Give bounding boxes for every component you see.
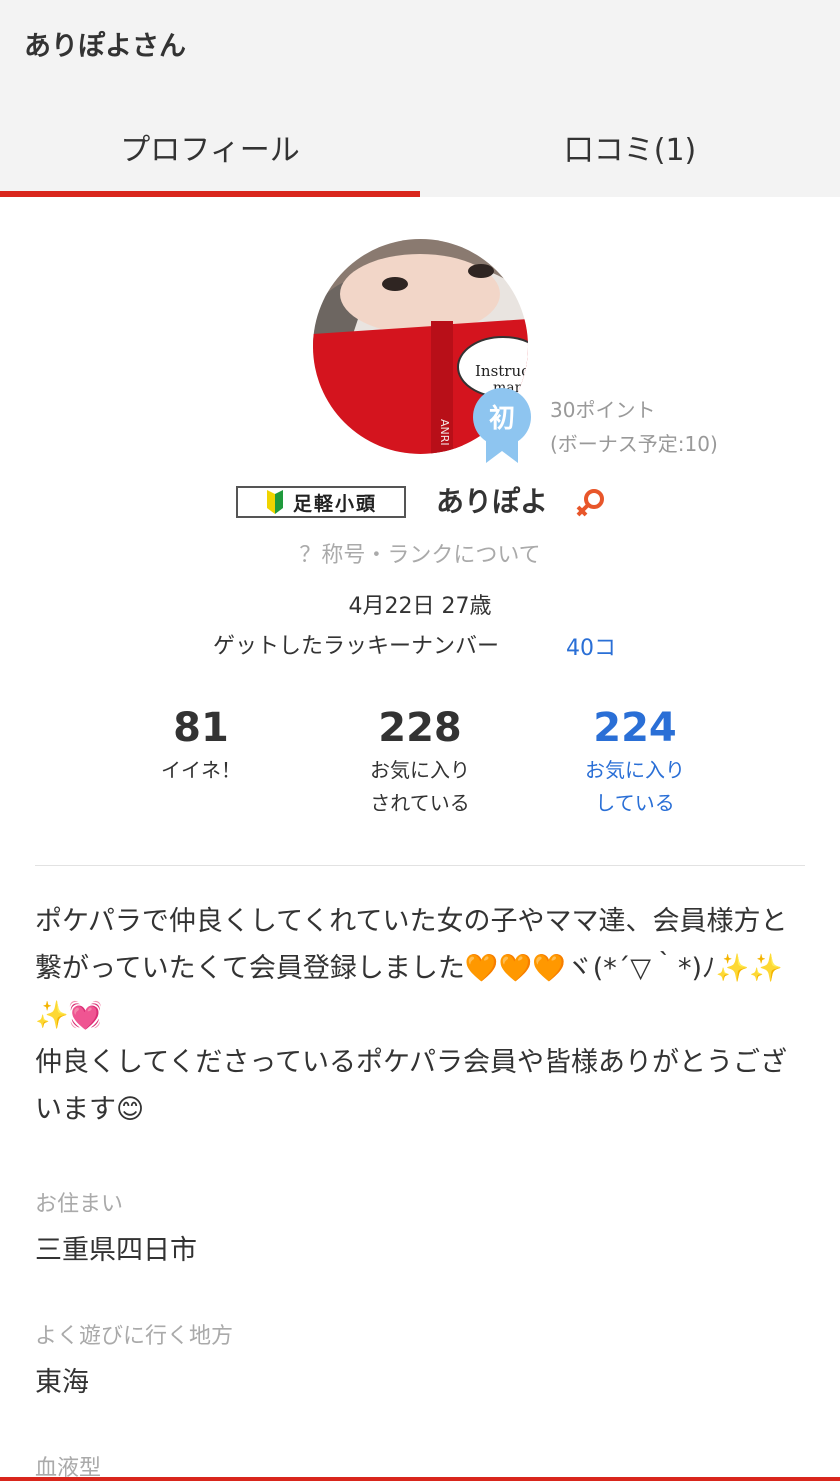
female-symbol-icon [576,489,604,517]
lucky-number-label: ゲットしたラッキーナンバー [213,634,500,659]
stat-favoriting-value: 224 [593,705,677,751]
username: ありぽよ [436,485,549,518]
points-info: 30ポイント (ボーナス予定:10) [550,393,718,461]
page-title: ありぽよさん [24,31,186,62]
rank-title: 足軽小頭 [292,492,377,515]
stat-likes: 81 イイネ！ [101,702,301,787]
svg-text:Instruct: Instruct [475,362,528,380]
divider [35,865,805,866]
birthday-age: 4月22日 27歳 [348,594,492,619]
residence-label: お住まい [35,1192,124,1217]
beginner-ribbon-icon: 初 [472,385,532,465]
tab-bar: プロフィール 口コミ(1) [0,96,840,197]
bio-text: ポケパラで仲良くしてくれていた女の子やママ達、会員様方と繋がっていたくて会員登録… [35,906,788,1125]
stat-favorited-value: 228 [378,705,462,751]
app-header: ありぽよさん プロフィール 口コミ(1) [0,0,840,197]
svg-text:ANRI: ANRI [438,419,451,446]
stat-favoriting-label: お気に入り している [585,758,685,815]
rank-title-badge: 足軽小頭 [236,486,406,518]
lucky-number-count-link[interactable]: 40コ [566,630,616,662]
stat-likes-value: 81 [173,705,229,751]
beginner-mark-icon [266,490,283,514]
stat-likes-label: イイネ！ [161,758,241,782]
stat-favorited-label: お気に入り されている [370,758,470,815]
points-value: 30ポイント [550,398,656,422]
frequent-area-label: よく遊びに行く地方 [35,1324,234,1349]
bottom-accent-bar [0,1477,840,1481]
badge-label: 初 [489,404,515,434]
frequent-area-value: 東海 [35,1367,89,1398]
stat-favorited: 228 お気に入り されている [320,702,520,820]
residence-value: 三重県四日市 [35,1235,197,1266]
rank-info-link[interactable]: ？称号・ランクについて [0,537,840,569]
tab-profile[interactable]: プロフィール [0,96,420,197]
tab-reviews[interactable]: 口コミ(1) [420,96,840,197]
stat-favoriting-link[interactable]: 224 お気に入り している [535,702,735,820]
bonus-points: (ボーナス予定:10) [550,432,718,456]
